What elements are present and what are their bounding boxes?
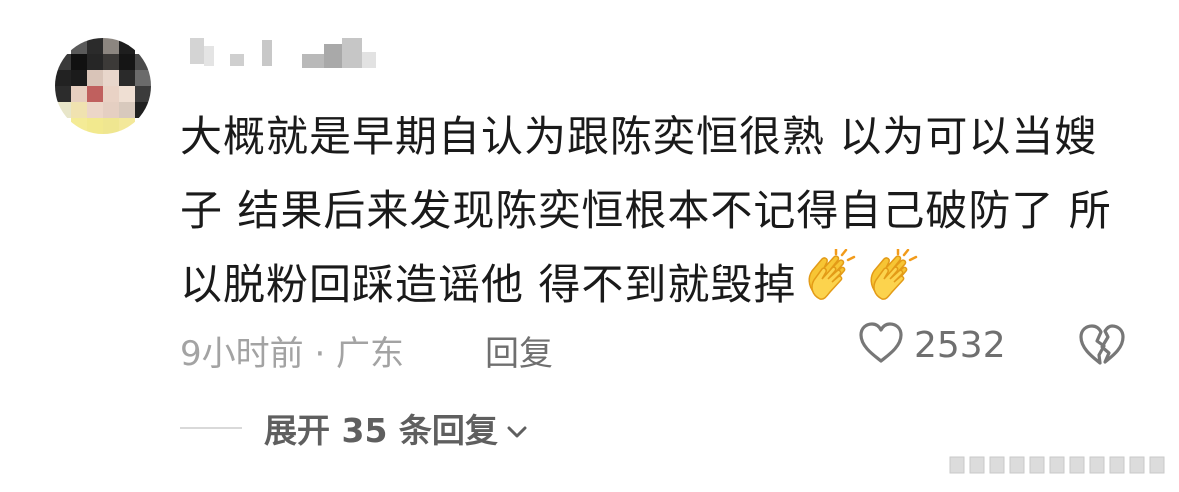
reply-button[interactable]: 回复 — [485, 326, 553, 375]
clapping-hands-icon — [802, 247, 858, 328]
expand-replies-row: 展开 35 条回复 — [180, 405, 528, 451]
divider-line — [180, 427, 242, 429]
expand-replies-button[interactable]: 展开 35 条回复 — [264, 404, 528, 452]
comment-meta-row: 9小时前 · 广东 回复 2532 — [180, 320, 1140, 374]
clapping-hands-icon — [864, 247, 920, 328]
expand-replies-label: 展开 35 条回复 — [264, 411, 498, 450]
comment-text-line: 子 结果后来发现陈奕恒根本不记得自己破防了 所 — [180, 186, 1112, 235]
like-count: 2532 — [914, 324, 1006, 366]
heart-outline-icon — [858, 321, 904, 369]
username[interactable] — [190, 36, 380, 76]
chevron-down-icon — [506, 409, 528, 448]
time-location: 9小时前 · 广东 — [180, 334, 405, 374]
like-button[interactable]: 2532 — [858, 320, 1006, 370]
watermark-logo — [948, 454, 1168, 476]
comment-item: 大概就是早期自认为跟陈奕恒很熟 以为可以当嫂 子 结果后来发现陈奕恒根本不记得自… — [0, 0, 1179, 492]
avatar[interactable] — [55, 38, 151, 134]
comment-text-line: 大概就是早期自认为跟陈奕恒很熟 以为可以当嫂 — [180, 112, 1098, 161]
comment-text: 大概就是早期自认为跟陈奕恒很熟 以为可以当嫂 子 结果后来发现陈奕恒根本不记得自… — [180, 100, 1140, 328]
comment-text-line: 以脱粉回踩造谣他 得不到就毁掉 — [180, 247, 1140, 328]
comment-text-line-end: 以脱粉回踩造谣他 得不到就毁掉 — [180, 260, 797, 309]
broken-heart-icon[interactable] — [1078, 322, 1126, 372]
